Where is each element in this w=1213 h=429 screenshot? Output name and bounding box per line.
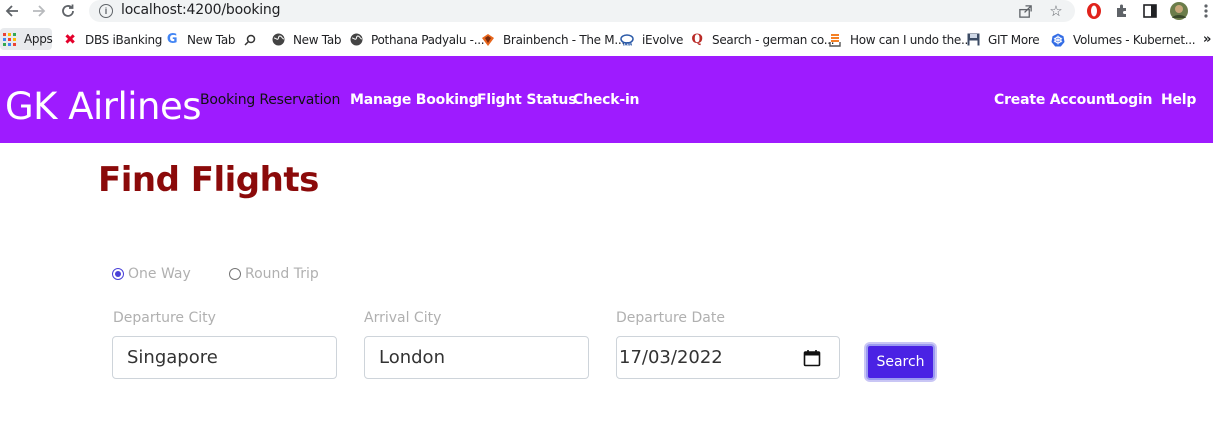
info-icon[interactable]: i bbox=[99, 4, 113, 18]
side-panel-icon[interactable] bbox=[1140, 1, 1160, 21]
floppy-icon bbox=[966, 33, 980, 47]
nav-login[interactable]: Login bbox=[1110, 92, 1153, 108]
tata-icon: TATA bbox=[620, 33, 634, 47]
globe-icon bbox=[271, 33, 285, 47]
bookmark-label: Volumes - Kubernet... bbox=[1073, 32, 1196, 47]
bookmark-brainbench[interactable]: Brainbench - The M... bbox=[481, 31, 625, 48]
bookmark-quora-search[interactable]: Q Search - german co... bbox=[690, 31, 834, 48]
kubernetes-icon bbox=[1051, 33, 1065, 47]
round-trip-radio[interactable] bbox=[229, 268, 241, 280]
nav-flight-status[interactable]: Flight Status bbox=[477, 92, 577, 108]
bookmark-label: How can I undo the... bbox=[850, 32, 972, 47]
search-button[interactable]: Search bbox=[866, 344, 935, 380]
bookmark-stackoverflow[interactable]: How can I undo the... bbox=[828, 31, 972, 48]
opera-extension-icon[interactable] bbox=[1084, 1, 1104, 21]
calendar-icon[interactable] bbox=[803, 349, 821, 367]
app-header: GK Airlines Booking Reservation Manage B… bbox=[0, 56, 1213, 143]
arrival-city-input[interactable]: London bbox=[364, 336, 589, 379]
browser-toolbar: i localhost:4200/booking ☆ bbox=[0, 0, 1213, 22]
star-icon[interactable]: ☆ bbox=[1047, 2, 1065, 20]
brand-logo[interactable]: GK Airlines bbox=[5, 85, 202, 129]
globe-icon bbox=[349, 33, 363, 47]
bookmark-label: Pothana Padyalu -... bbox=[371, 32, 485, 47]
one-way-radio[interactable] bbox=[112, 268, 124, 280]
departure-date-input[interactable]: 17/03/2022 bbox=[616, 336, 840, 379]
round-trip-label: Round Trip bbox=[245, 266, 319, 282]
bookmark-pothana[interactable]: Pothana Padyalu -... bbox=[349, 31, 485, 48]
departure-date-value: 17/03/2022 bbox=[619, 347, 723, 368]
bookmark-ievolve[interactable]: TATA iEvolve bbox=[620, 31, 683, 48]
stackoverflow-icon bbox=[828, 33, 842, 47]
bookmark-label: iEvolve bbox=[642, 32, 684, 47]
bookmarks-bar: Apps ✖ DBS iBanking G New Tab New Tab Po… bbox=[0, 27, 1213, 51]
round-trip-radio-option[interactable]: Round Trip bbox=[229, 266, 319, 282]
bookmark-apps[interactable]: Apps bbox=[0, 28, 53, 50]
nav-create-account[interactable]: Create Account bbox=[994, 92, 1112, 108]
bookmark-dbs[interactable]: ✖ DBS iBanking bbox=[63, 31, 162, 48]
nav-manage-booking[interactable]: Manage Booking bbox=[350, 92, 479, 108]
page-title: Find Flights bbox=[98, 160, 319, 200]
arrival-city-value: London bbox=[379, 347, 445, 368]
forward-icon[interactable] bbox=[29, 1, 49, 21]
departure-city-input[interactable]: Singapore bbox=[112, 336, 337, 379]
google-icon: G bbox=[166, 32, 178, 47]
chrome-menu-icon[interactable] bbox=[1196, 1, 1213, 21]
one-way-radio-option[interactable]: One Way bbox=[112, 266, 191, 282]
reload-icon[interactable] bbox=[58, 1, 78, 21]
dbs-icon: ✖ bbox=[64, 31, 76, 48]
profile-avatar-icon[interactable] bbox=[1169, 1, 1189, 21]
share-icon[interactable] bbox=[1016, 2, 1034, 20]
quora-icon: Q bbox=[691, 32, 703, 47]
bookmark-label: New Tab bbox=[187, 32, 236, 47]
bookmark-label: Search - german co... bbox=[712, 32, 835, 47]
more-bookmarks-chevron[interactable]: » bbox=[1203, 31, 1211, 48]
bookmark-kubernetes[interactable]: Volumes - Kubernet... bbox=[1051, 31, 1196, 48]
address-bar[interactable]: i localhost:4200/booking ☆ bbox=[89, 0, 1075, 22]
nav-help[interactable]: Help bbox=[1161, 92, 1196, 108]
nav-booking-reservation[interactable]: Booking Reservation bbox=[200, 92, 340, 108]
bookmark-label: GIT More bbox=[988, 32, 1040, 47]
apps-grid-icon bbox=[3, 32, 16, 46]
back-icon[interactable] bbox=[2, 1, 22, 21]
arrival-city-label: Arrival City bbox=[364, 310, 442, 326]
bookmark-search[interactable] bbox=[243, 31, 265, 48]
one-way-label: One Way bbox=[128, 266, 191, 282]
departure-date-label: Departure Date bbox=[616, 310, 725, 326]
search-icon bbox=[243, 33, 257, 47]
svg-text:TATA: TATA bbox=[622, 41, 633, 46]
url-text: localhost:4200/booking bbox=[121, 2, 281, 18]
bookmark-label: Brainbench - The M... bbox=[503, 32, 625, 47]
nav-check-in[interactable]: Check-in bbox=[573, 92, 640, 108]
departure-city-value: Singapore bbox=[127, 347, 218, 368]
bookmark-new-tab[interactable]: New Tab bbox=[271, 31, 342, 48]
extensions-puzzle-icon[interactable] bbox=[1112, 1, 1132, 21]
bookmark-label: DBS iBanking bbox=[85, 32, 163, 47]
bookmark-git-more[interactable]: GIT More bbox=[966, 31, 1040, 48]
more-bookmarks-label: » bbox=[1203, 32, 1212, 47]
bookmark-label: New Tab bbox=[293, 32, 342, 47]
brainbench-icon bbox=[481, 33, 495, 47]
bookmark-new-tab-google[interactable]: G New Tab bbox=[165, 31, 236, 48]
departure-city-label: Departure City bbox=[113, 310, 216, 326]
bookmark-label: Apps bbox=[24, 32, 53, 46]
